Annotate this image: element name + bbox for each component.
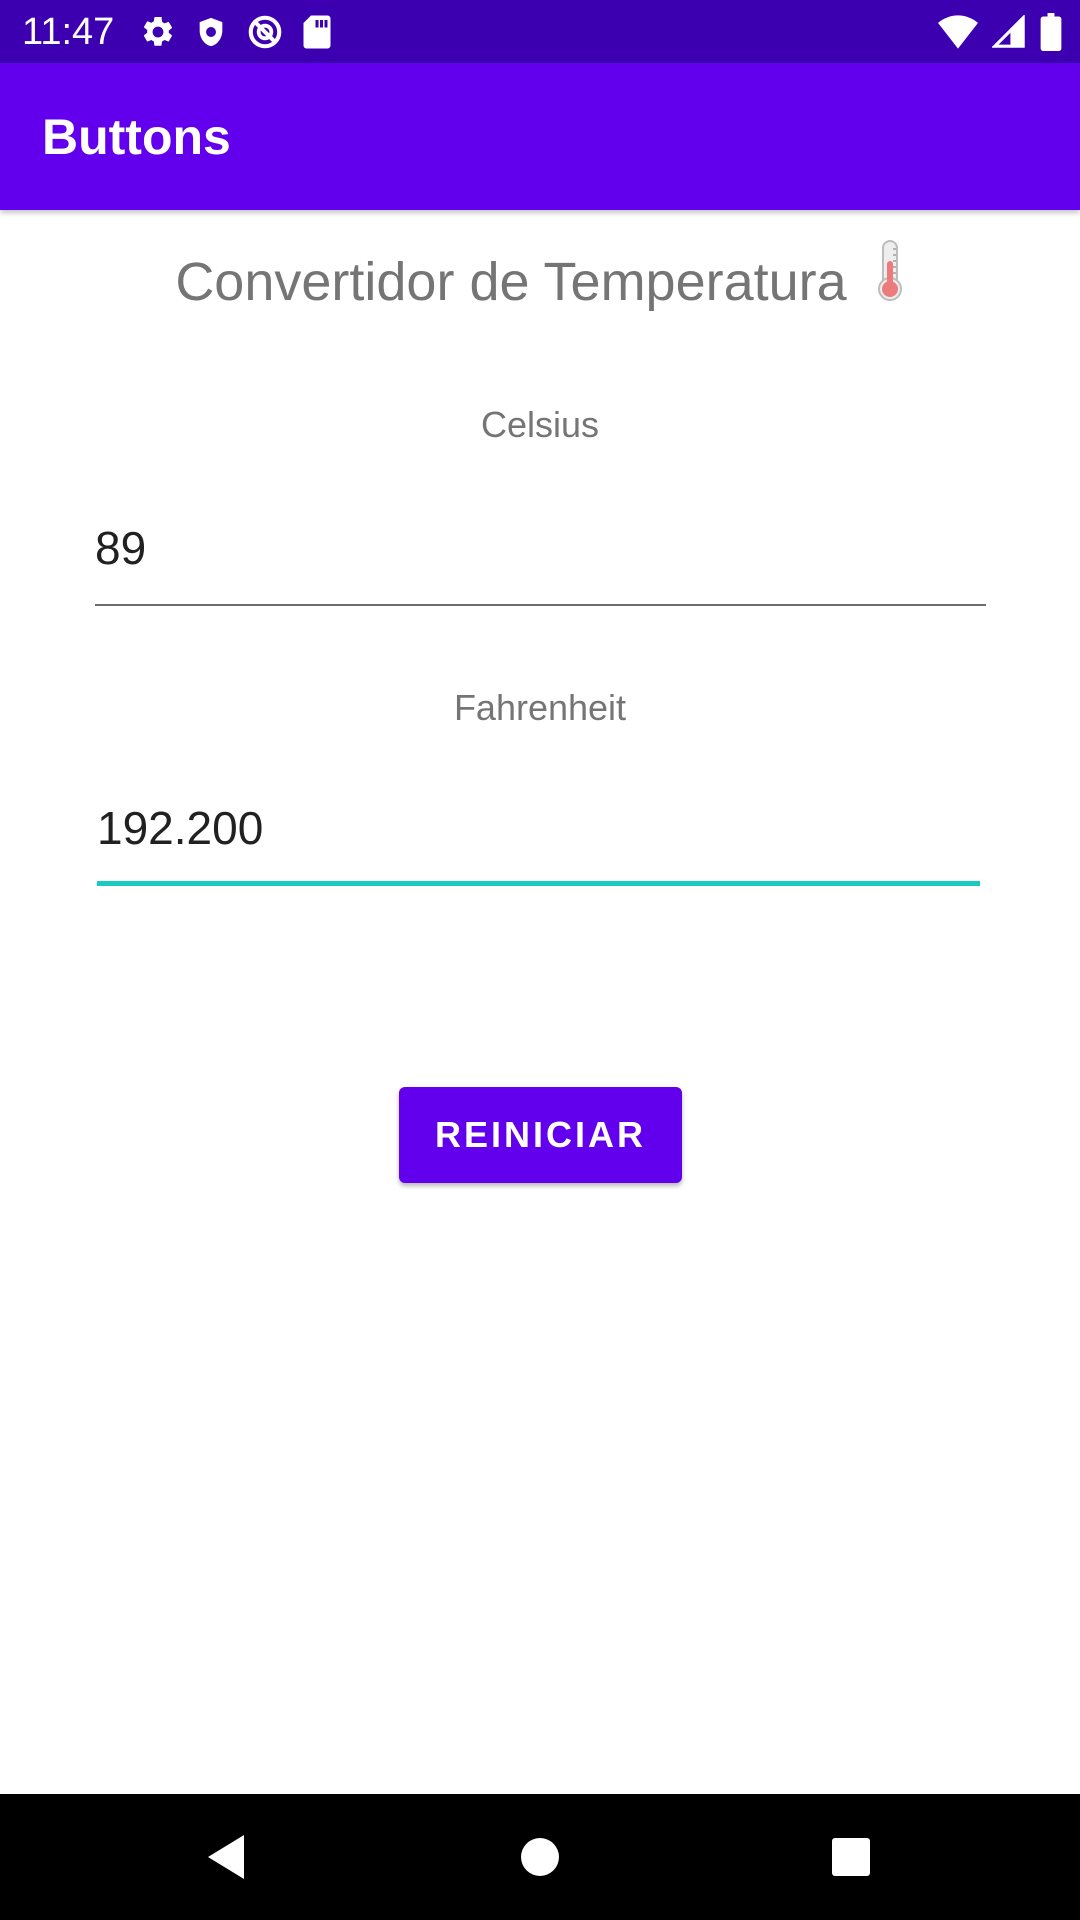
navigation-bar: [0, 1794, 1080, 1920]
status-notification-icons: [140, 12, 332, 52]
cell-signal-icon: [992, 15, 1026, 49]
recents-icon: [832, 1838, 870, 1876]
home-button[interactable]: [512, 1829, 568, 1885]
app-screen: 11:47 Buttons Convertidor de Temperatura…: [0, 0, 1080, 1920]
page-heading: Convertidor de Temperatura: [0, 240, 1080, 326]
celsius-underline: [95, 604, 986, 606]
reset-button[interactable]: REINICIAR: [399, 1087, 682, 1183]
battery-icon: [1040, 13, 1062, 51]
back-icon: [208, 1835, 244, 1879]
recents-button[interactable]: [823, 1829, 879, 1885]
no-sync-icon: [246, 13, 284, 51]
celsius-input[interactable]: 89: [95, 510, 986, 606]
app-bar: Buttons: [0, 63, 1080, 210]
shield-icon: [194, 14, 228, 50]
home-icon: [521, 1838, 559, 1876]
status-time: 11:47: [22, 11, 115, 53]
fahrenheit-value: 192.200: [97, 802, 264, 854]
wifi-icon: [938, 15, 978, 49]
sd-card-icon: [302, 14, 332, 50]
thermometer-icon: [875, 239, 905, 320]
celsius-label: Celsius: [480, 404, 600, 445]
fahrenheit-input[interactable]: 192.200: [97, 790, 980, 886]
heading-text: Convertidor de Temperatura: [175, 251, 847, 312]
app-title: Buttons: [42, 109, 231, 165]
fahrenheit-underline-focused: [97, 881, 980, 886]
status-system-icons: [938, 12, 1062, 52]
fahrenheit-label: Fahrenheit: [453, 687, 627, 728]
settings-icon: [140, 14, 176, 50]
celsius-value: 89: [95, 522, 147, 574]
back-button[interactable]: [198, 1829, 254, 1885]
status-bar: 11:47: [0, 0, 1080, 63]
